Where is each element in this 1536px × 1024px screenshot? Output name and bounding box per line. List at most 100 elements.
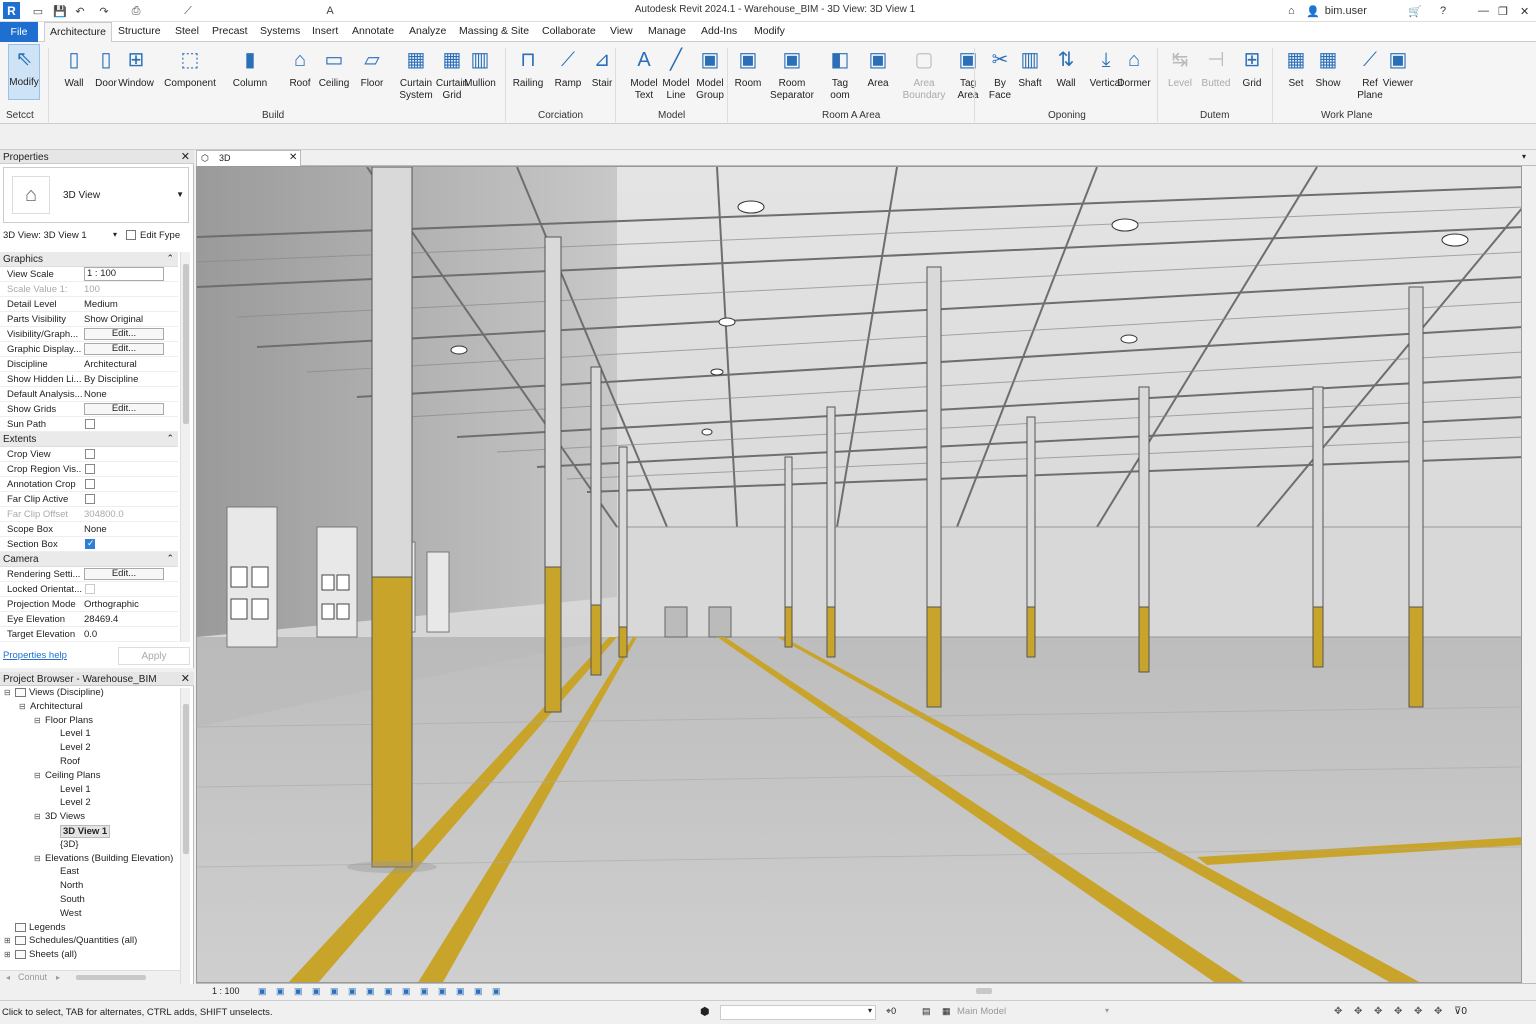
by-face-button[interactable]: ✂ By Face bbox=[984, 46, 1016, 102]
edit-button[interactable]: Edit... bbox=[84, 568, 164, 580]
revit-logo[interactable]: R bbox=[3, 2, 20, 19]
crop-region-icon[interactable]: ▣ bbox=[366, 986, 375, 997]
view-scale[interactable]: 1 : 100 bbox=[212, 986, 240, 996]
show-button[interactable]: ▦ Show bbox=[1312, 46, 1344, 90]
browser-node[interactable]: ⊟ Ceiling Plans bbox=[34, 770, 100, 781]
window-button[interactable]: ⊞ Window bbox=[118, 46, 154, 90]
analysis-icon[interactable]: ▣ bbox=[492, 986, 501, 997]
tab-add-ins[interactable]: Add-Ins bbox=[701, 25, 737, 37]
close-icon[interactable]: ✕ bbox=[289, 152, 297, 163]
home-icon[interactable]: ⌂ bbox=[1288, 3, 1295, 19]
crop-view-icon[interactable]: ▣ bbox=[348, 986, 357, 997]
category-graphics[interactable]: Graphics ⌃ bbox=[0, 252, 178, 267]
temp-properties-icon[interactable]: ▣ bbox=[438, 986, 447, 997]
face-select-icon[interactable]: ✥ bbox=[1394, 1006, 1402, 1017]
browser-node[interactable]: South bbox=[49, 894, 85, 905]
property-checkbox[interactable] bbox=[85, 494, 95, 504]
reveal-hidden-icon[interactable]: ▣ bbox=[420, 986, 429, 997]
property-checkbox[interactable] bbox=[85, 584, 95, 594]
property-value[interactable]: 1 : 100 bbox=[84, 267, 164, 281]
property-checkbox[interactable] bbox=[85, 449, 95, 459]
user-account[interactable]: 👤 bim.user bbox=[1306, 3, 1367, 19]
scrollbar-thumb[interactable] bbox=[183, 704, 189, 854]
floor-button[interactable]: ▱ Floor bbox=[356, 46, 388, 90]
set-button[interactable]: ▦ Set bbox=[1280, 46, 1312, 90]
apply-button[interactable]: Apply bbox=[118, 647, 190, 665]
measure-icon[interactable]: ⟋ bbox=[180, 3, 196, 19]
property-checkbox[interactable] bbox=[85, 419, 95, 429]
component-button[interactable]: ⬚ Component bbox=[164, 46, 216, 90]
save-icon[interactable]: 💾 bbox=[52, 3, 68, 19]
browser-hscroll[interactable]: ◂ Connut ▸ bbox=[0, 970, 180, 984]
chevron-right-icon[interactable]: ▸ bbox=[56, 973, 60, 982]
link-select-icon[interactable]: ✥ bbox=[1334, 1006, 1342, 1017]
design-options-icon[interactable]: ▤ bbox=[922, 1006, 931, 1017]
help-icon[interactable]: ? bbox=[1440, 3, 1446, 19]
area-boundary-button[interactable]: ▢ Area Boundary bbox=[900, 46, 948, 102]
butted-button[interactable]: ⊣ Butted bbox=[1200, 46, 1232, 90]
undo-icon[interactable]: ↶ bbox=[72, 3, 88, 19]
expand-icon[interactable]: ⊞ bbox=[4, 936, 13, 945]
collapse-icon[interactable]: ⌃ bbox=[166, 253, 174, 264]
drag-select-icon[interactable]: ✥ bbox=[1414, 1006, 1422, 1017]
constraints-icon[interactable]: ▣ bbox=[474, 986, 483, 997]
browser-node[interactable]: West bbox=[49, 908, 81, 919]
tab-analyze[interactable]: Analyze bbox=[409, 25, 446, 37]
tab-steel[interactable]: Steel bbox=[175, 25, 199, 37]
redo-icon[interactable]: ↷ bbox=[96, 3, 112, 19]
detail-level-icon[interactable]: ▣ bbox=[258, 986, 267, 997]
browser-node[interactable]: ⊟ Architectural bbox=[19, 701, 83, 712]
render-icon[interactable]: ▣ bbox=[330, 986, 339, 997]
category-camera[interactable]: Camera ⌃ bbox=[0, 552, 178, 567]
visual-style-icon[interactable]: ▣ bbox=[276, 986, 285, 997]
wall-button[interactable]: ⇅ Wall bbox=[1050, 46, 1082, 90]
property-checkbox[interactable] bbox=[85, 464, 95, 474]
tab-systems[interactable]: Systems bbox=[260, 25, 300, 37]
room-separator-button[interactable]: ▣ Room Separator bbox=[768, 46, 816, 102]
scrollbar-thumb[interactable] bbox=[76, 975, 146, 980]
browser-node[interactable]: 3D View 1 bbox=[49, 825, 111, 838]
shadows-icon[interactable]: ▣ bbox=[312, 986, 321, 997]
edit-button[interactable]: Edit... bbox=[84, 403, 164, 415]
properties-scrollbar[interactable] bbox=[180, 252, 190, 642]
workset-dropdown[interactable]: ▾ bbox=[720, 1005, 876, 1020]
design-option-dropdown[interactable]: Main Model ▾ bbox=[957, 1005, 1112, 1020]
door-button[interactable]: ▯ Door bbox=[90, 46, 122, 90]
tab-file[interactable]: File bbox=[0, 22, 38, 42]
tab-architecture[interactable]: Architecture bbox=[44, 22, 113, 43]
browser-node[interactable]: Level 2 bbox=[49, 797, 91, 808]
column-button[interactable]: ▮ Column bbox=[233, 46, 267, 90]
tab-manage[interactable]: Manage bbox=[648, 25, 686, 37]
viewer-button[interactable]: ▣ Viewer bbox=[1382, 46, 1414, 90]
tab-precast[interactable]: Precast bbox=[212, 25, 248, 37]
browser-node[interactable]: ⊟ 3D Views bbox=[34, 811, 85, 822]
workset-icon[interactable]: ⬢ bbox=[700, 1005, 710, 1018]
collapse-icon[interactable]: ⌃ bbox=[166, 433, 174, 444]
browser-node[interactable]: ⊞ Sheets (all) bbox=[4, 949, 77, 960]
expand-icon[interactable]: ⊟ bbox=[34, 771, 43, 780]
close-icon[interactable]: ✕ bbox=[181, 150, 190, 163]
browser-node[interactable]: Roof bbox=[49, 756, 80, 767]
sun-path-icon[interactable]: ▣ bbox=[294, 986, 303, 997]
close-icon[interactable]: ✕ bbox=[181, 672, 190, 685]
filter-icon[interactable]: ⊽0 bbox=[1454, 1006, 1467, 1017]
property-checkbox[interactable] bbox=[85, 538, 95, 549]
browser-node[interactable]: Level 1 bbox=[49, 784, 91, 795]
instance-selector[interactable]: 3D View: 3D View 1 ▾ bbox=[3, 228, 119, 243]
tab-structure[interactable]: Structure bbox=[118, 25, 161, 37]
pinned-select-icon[interactable]: ✥ bbox=[1374, 1006, 1382, 1017]
wall-button[interactable]: ▯ Wall bbox=[58, 46, 90, 90]
category-extents[interactable]: Extents ⌃ bbox=[0, 432, 178, 447]
area-button[interactable]: ▣ Area bbox=[862, 46, 894, 90]
modify-button[interactable]: ⇖ Modify bbox=[8, 44, 40, 100]
browser-node[interactable]: Level 1 bbox=[49, 728, 91, 739]
ceiling-button[interactable]: ▭ Ceiling bbox=[318, 46, 350, 90]
worksharing-icon[interactable]: ▣ bbox=[456, 986, 465, 997]
tag-oom-button[interactable]: ◧ Tag oom bbox=[824, 46, 856, 102]
browser-node[interactable]: ⊞ Schedules/Quantities (all) bbox=[4, 935, 137, 946]
ramp-button[interactable]: ⟋ Ramp bbox=[552, 46, 584, 90]
open-icon[interactable]: ▭ bbox=[30, 3, 46, 19]
dormer-button[interactable]: ⌂ Dormer bbox=[1117, 46, 1150, 90]
expand-icon[interactable]: ⊟ bbox=[34, 716, 43, 725]
collapse-icon[interactable]: ⌃ bbox=[166, 553, 174, 564]
